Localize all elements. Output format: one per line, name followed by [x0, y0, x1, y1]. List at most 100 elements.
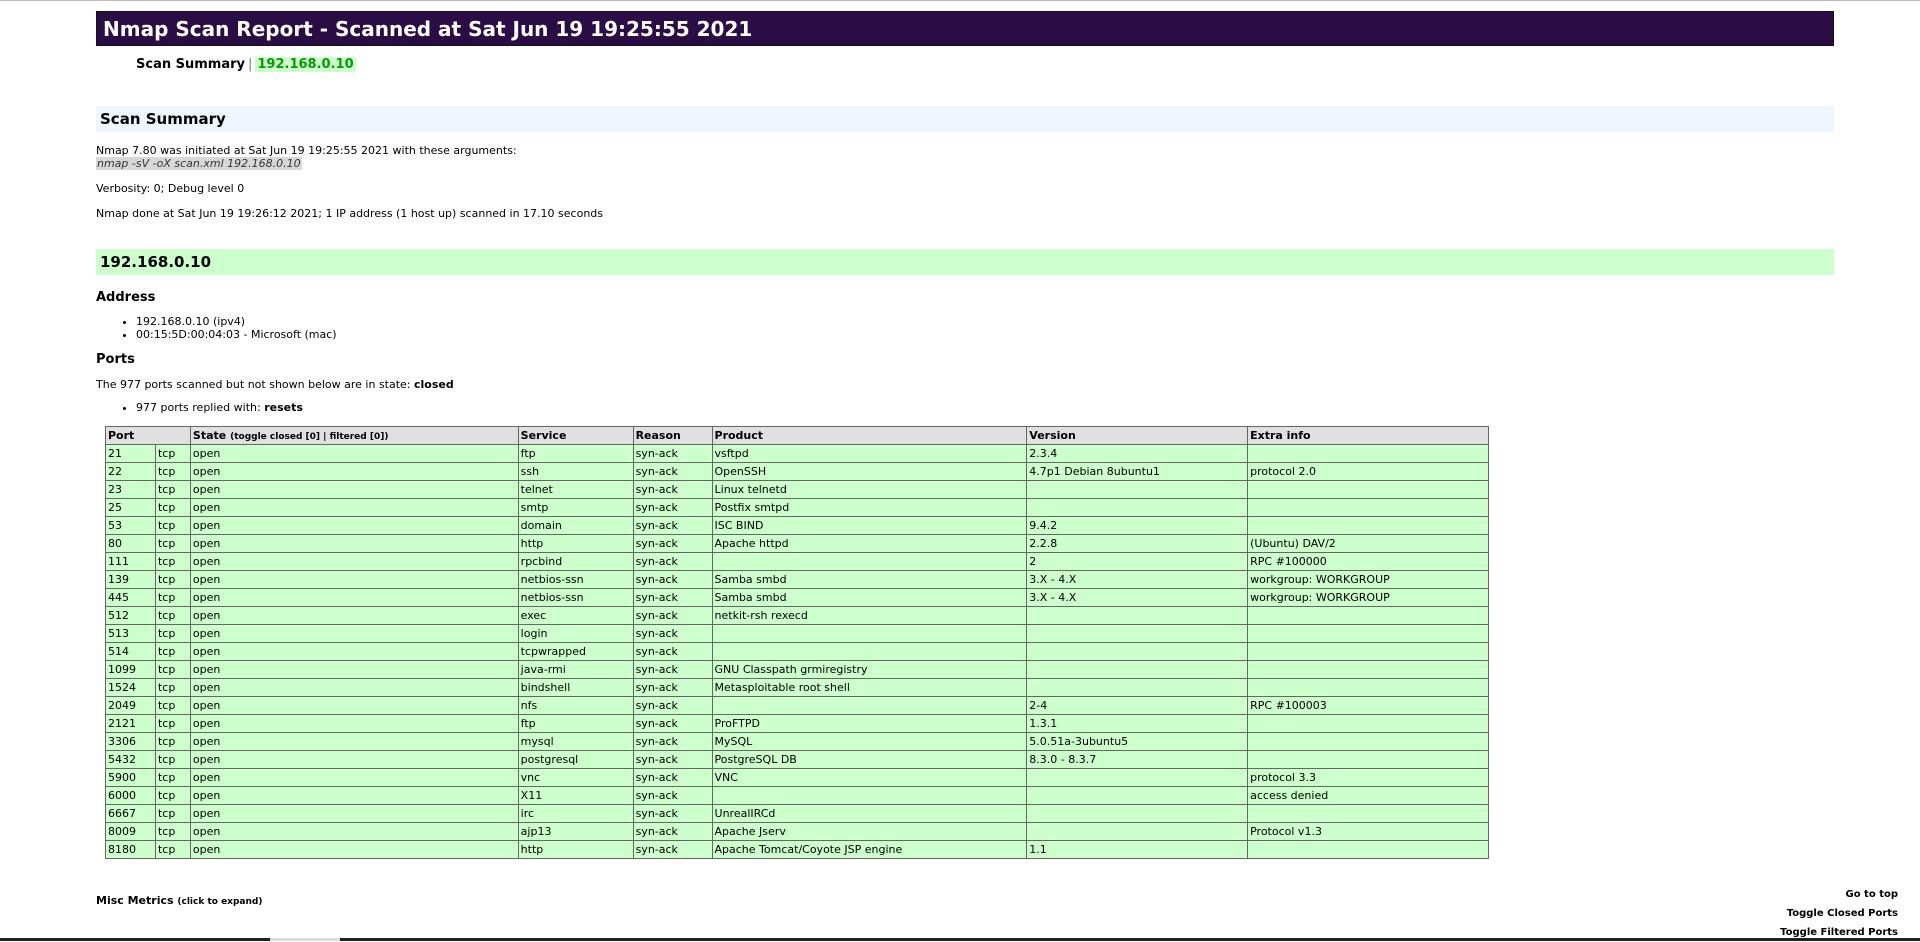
cell-product: Samba smbd [711, 570, 1028, 589]
cell-protocol: tcp [154, 696, 191, 715]
cell-protocol: tcp [154, 552, 191, 571]
closed-ports-text: The 977 ports scanned but not shown belo… [96, 378, 1834, 391]
cell-protocol: tcp [154, 660, 191, 679]
cell-state: open [189, 606, 519, 625]
cell-service: http [517, 534, 634, 553]
cell-version [1026, 624, 1249, 643]
cell-extra-info: (Ubuntu) DAV/2 [1247, 534, 1489, 553]
col-reason: Reason [632, 426, 713, 445]
scan-command: nmap -sV -oX scan.xml 192.168.0.10 [96, 157, 302, 170]
cell-port: 25 [105, 498, 156, 517]
cell-product [711, 624, 1028, 643]
table-row: 3306 tcp open mysql syn-ack MySQL 5.0.51a-3ubu… [105, 732, 1489, 751]
cell-protocol: tcp [154, 804, 191, 823]
cell-port: 22 [105, 462, 156, 481]
col-state: State (toggle closed [0] | filtered [0]) [189, 426, 519, 445]
scan-summary-heading: Scan Summary [96, 106, 1834, 132]
go-to-top-link[interactable]: Go to top [1780, 885, 1899, 904]
table-row: 111 tcp open rpcbind syn-ack 2 RPC #100000 [105, 552, 1489, 571]
cell-protocol: tcp [154, 750, 191, 769]
cell-reason: syn-ack [632, 606, 713, 625]
cell-state: open [189, 534, 519, 553]
cell-version: 8.3.0 - 8.3.7 [1026, 750, 1249, 769]
cell-product: ISC BIND [711, 516, 1028, 535]
cell-version: 2 [1026, 552, 1249, 571]
cell-service: netbios-ssn [517, 570, 634, 589]
cell-service: ftp [517, 444, 634, 463]
cell-version: 9.4.2 [1026, 516, 1249, 535]
cell-state: open [189, 768, 519, 787]
cell-version: 1.3.1 [1026, 714, 1249, 733]
cell-extra-info [1247, 750, 1489, 769]
cell-state: open [189, 714, 519, 733]
col-product: Product [711, 426, 1028, 445]
cell-extra-info: workgroup: WORKGROUP [1247, 570, 1489, 589]
cell-state: open [189, 444, 519, 463]
table-row: 2049 tcp open nfs syn-ack 2-4 RPC #100003 [105, 696, 1489, 715]
cell-service: rpcbind [517, 552, 634, 571]
misc-metrics-toggle[interactable]: Misc Metrics (click to expand) [96, 894, 262, 907]
cell-state: open [189, 732, 519, 751]
cell-protocol: tcp [154, 570, 191, 589]
col-port: Port [105, 426, 191, 445]
scan-summary-link[interactable]: Scan Summary [136, 57, 245, 72]
state-toggle-link[interactable]: (toggle closed [0] | filtered [0]) [230, 432, 388, 442]
cell-extra-info [1247, 498, 1489, 517]
cell-version [1026, 606, 1249, 625]
cell-version: 1.1 [1026, 840, 1249, 859]
cell-reason: syn-ack [632, 804, 713, 823]
toggle-closed-ports-link[interactable]: Toggle Closed Ports [1780, 904, 1898, 923]
cell-product: Apache Jserv [711, 822, 1028, 841]
cell-state: open [189, 624, 519, 643]
cell-product: GNU Classpath grmiregistry [711, 660, 1028, 679]
cell-service: ftp [517, 714, 634, 733]
table-row: 513 tcp open login syn-ack [105, 624, 1489, 643]
cell-reason: syn-ack [632, 570, 713, 589]
cell-reason: syn-ack [632, 696, 713, 715]
table-row: 8009 tcp open ajp13 syn-ack Apache Jserv Proto… [105, 822, 1489, 841]
report-body: Nmap Scan Report - Scanned at Sat Jun 19… [96, 11, 1834, 414]
cell-version [1026, 480, 1249, 499]
cell-service: bindshell [517, 678, 634, 697]
cell-service: exec [517, 606, 634, 625]
cell-port: 5900 [105, 768, 156, 787]
extra-ports-list: 977 ports replied with: resets [96, 401, 1834, 414]
cell-service: postgresql [517, 750, 634, 769]
table-row: 23 tcp open telnet syn-ack Linux telnetd [105, 480, 1489, 499]
host-link[interactable]: 192.168.0.10 [255, 57, 356, 72]
col-version: Version [1026, 426, 1249, 445]
cell-extra-info: Protocol v1.3 [1247, 822, 1489, 841]
cell-port: 1524 [105, 678, 156, 697]
cell-port: 139 [105, 570, 156, 589]
cell-product: PostgreSQL DB [711, 750, 1028, 769]
cell-product: vsftpd [711, 444, 1028, 463]
cell-service: X11 [517, 786, 634, 805]
cell-extra-info: protocol 3.3 [1247, 768, 1489, 787]
cell-version: 2-4 [1026, 696, 1249, 715]
cell-extra-info: workgroup: WORKGROUP [1247, 588, 1489, 607]
table-row: 514 tcp open tcpwrapped syn-ack [105, 642, 1489, 661]
cell-reason: syn-ack [632, 660, 713, 679]
cell-reason: syn-ack [632, 624, 713, 643]
cell-protocol: tcp [154, 768, 191, 787]
cell-version: 2.3.4 [1026, 444, 1249, 463]
cell-state: open [189, 552, 519, 571]
cell-state: open [189, 480, 519, 499]
cell-port: 111 [105, 552, 156, 571]
report-menu: Scan Summary | 192.168.0.10 [136, 55, 1834, 75]
table-row: 139 tcp open netbios-ssn syn-ack Samba smbd 3.… [105, 570, 1489, 589]
top-border [0, 0, 1920, 1]
floating-nav: Go to top Toggle Closed Ports Toggle Fil… [1780, 885, 1898, 942]
cell-extra-info: access denied [1247, 786, 1489, 805]
extra-ports-label: 977 ports replied with: [136, 401, 261, 414]
cell-port: 6000 [105, 786, 156, 805]
cell-protocol: tcp [154, 786, 191, 805]
cell-reason: syn-ack [632, 588, 713, 607]
cell-service: vnc [517, 768, 634, 787]
cell-state: open [189, 642, 519, 661]
cell-protocol: tcp [154, 642, 191, 661]
cell-service: mysql [517, 732, 634, 751]
cell-port: 514 [105, 642, 156, 661]
cell-product: VNC [711, 768, 1028, 787]
table-row: 512 tcp open exec syn-ack netkit-rsh rexecd [105, 606, 1489, 625]
